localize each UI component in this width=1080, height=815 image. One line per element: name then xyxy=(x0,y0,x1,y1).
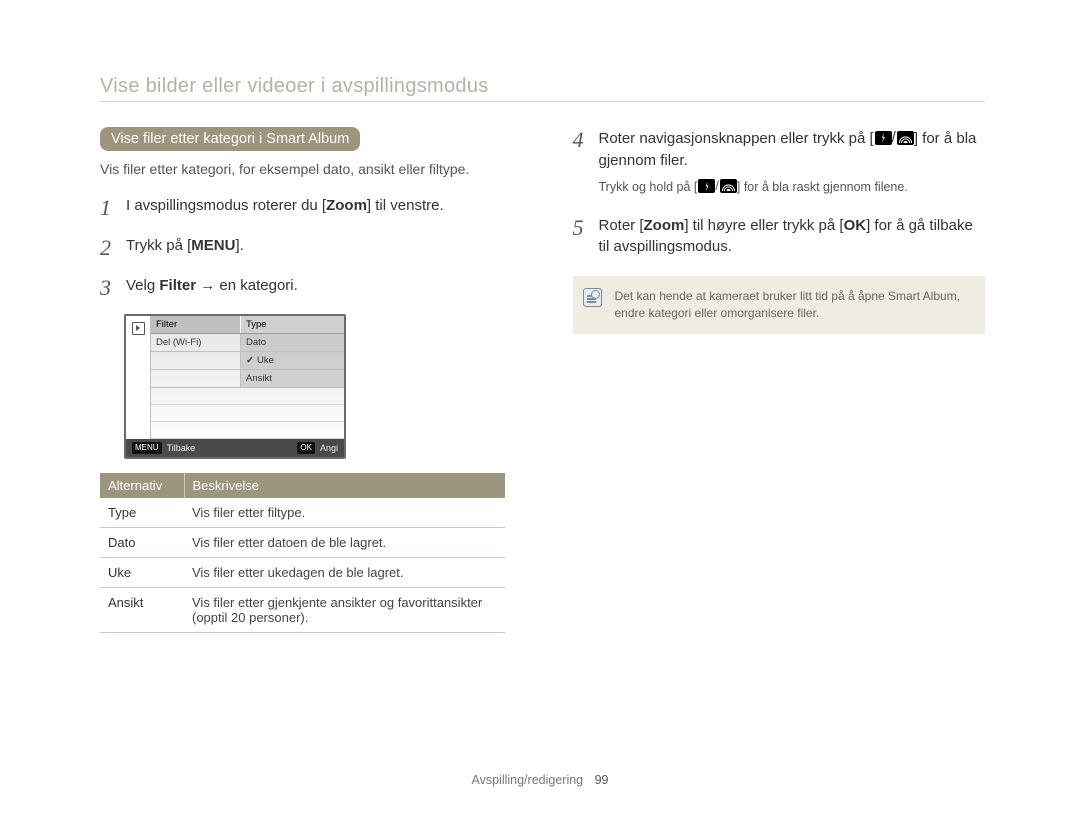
step-text: Velg xyxy=(126,277,159,294)
step-4: 4 Roter navigasjonsknappen eller trykk p… xyxy=(573,127,986,197)
menu-item xyxy=(151,352,241,369)
step-bold: Zoom xyxy=(644,217,685,234)
menu-option-selected: Uke xyxy=(241,352,344,369)
device-screenshot: Filter Type Del (Wi-Fi) Dato Uke xyxy=(124,314,346,459)
step-number: 1 xyxy=(100,192,111,224)
table-row: DatoVis filer etter datoen de ble lagret… xyxy=(100,528,505,558)
menu-item xyxy=(151,370,241,387)
menu-option: Ansikt xyxy=(241,370,344,387)
option-name: Ansikt xyxy=(100,588,184,633)
step-text: ]. xyxy=(235,237,243,254)
option-name: Uke xyxy=(100,558,184,588)
step-number: 2 xyxy=(100,232,111,264)
step-bold: Zoom xyxy=(326,197,367,214)
table-header: Beskrivelse xyxy=(184,473,505,498)
step-number: 4 xyxy=(573,124,584,156)
page-header: Vise bilder eller videoer i avspillingsm… xyxy=(100,75,985,98)
step-substep: Trykk og hold på [ xyxy=(599,180,698,194)
table-header: Alternativ xyxy=(100,473,184,498)
step-text: Roter navigasjonsknappen eller trykk på … xyxy=(599,130,874,147)
playback-icon xyxy=(126,316,150,340)
table-row: TypeVis filer etter filtype. xyxy=(100,498,505,528)
step-3: 3 Velg Filter → en kategori. xyxy=(100,275,513,297)
page-footer: Avspilling/redigering 99 xyxy=(0,773,1080,787)
page-number: 99 xyxy=(595,773,609,787)
step-bold: Filter xyxy=(159,277,196,294)
step-number: 5 xyxy=(573,212,584,244)
option-desc: Vis filer etter ukedagen de ble lagret. xyxy=(184,558,505,588)
step-2: 2 Trykk på [MENU]. xyxy=(100,235,513,257)
options-table: Alternativ Beskrivelse TypeVis filer ett… xyxy=(100,473,505,633)
table-row: AnsiktVis filer etter gjenkjente ansikte… xyxy=(100,588,505,633)
step-1: 1 I avspillingsmodus roterer du [Zoom] t… xyxy=(100,195,513,217)
option-name: Type xyxy=(100,498,184,528)
menu-key-icon: MENU xyxy=(132,442,162,454)
note-text: Det kan hende at kameraet bruker litt ti… xyxy=(615,289,961,320)
divider xyxy=(100,101,985,102)
option-desc: Vis filer etter gjenkjente ansikter og f… xyxy=(184,588,505,633)
step-text: Roter [ xyxy=(599,217,644,234)
step-number: 3 xyxy=(100,272,111,304)
footer-section: Avspilling/redigering xyxy=(471,773,583,787)
wifi-icon xyxy=(720,179,737,193)
menu-option: Dato xyxy=(241,334,344,351)
wifi-icon xyxy=(897,131,914,145)
ok-key: OK xyxy=(844,217,867,234)
flash-icon xyxy=(875,131,892,145)
step-text: ] til høyre eller trykk på [ xyxy=(684,217,843,234)
menu-key: MENU xyxy=(191,237,235,254)
note-box: Det kan hende at kameraet bruker litt ti… xyxy=(573,276,986,334)
option-desc: Vis filer etter datoen de ble lagret. xyxy=(184,528,505,558)
menu-item: Del (Wi-Fi) xyxy=(151,334,241,351)
step-5: 5 Roter [Zoom] til høyre eller trykk på … xyxy=(573,215,986,259)
menu-col-left: Filter xyxy=(151,316,241,333)
step-text: ] til venstre. xyxy=(367,197,444,214)
ok-key-icon: OK xyxy=(297,442,315,454)
option-name: Dato xyxy=(100,528,184,558)
step-text: Trykk på [ xyxy=(126,237,191,254)
step-substep: ] for å bla raskt gjennom filene. xyxy=(737,180,908,194)
ok-label: Angi xyxy=(320,443,338,453)
step-text: → en kategori. xyxy=(196,277,298,294)
section-heading-pill: Vise filer etter kategori i Smart Album xyxy=(100,127,360,151)
note-icon xyxy=(583,288,602,307)
section-subtext: Vis filer etter kategori, for eksempel d… xyxy=(100,161,513,177)
flash-icon xyxy=(698,179,715,193)
option-desc: Vis filer etter filtype. xyxy=(184,498,505,528)
back-label: Tilbake xyxy=(167,443,196,453)
step-text: I avspillingsmodus roterer du [ xyxy=(126,197,326,214)
table-row: UkeVis filer etter ukedagen de ble lagre… xyxy=(100,558,505,588)
menu-col-right: Type xyxy=(241,316,344,333)
